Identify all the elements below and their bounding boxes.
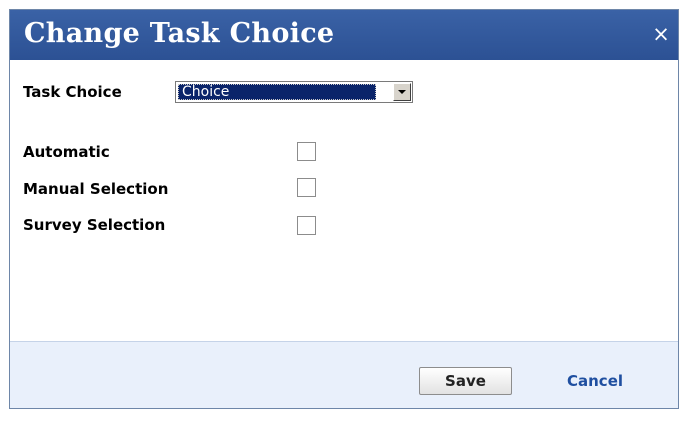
task-choice-label: Task Choice — [23, 83, 122, 101]
manual-selection-checkbox[interactable] — [297, 178, 316, 197]
dialog-titlebar: Change Task Choice × — [10, 10, 678, 60]
task-choice-select[interactable]: Choice — [175, 81, 413, 103]
manual-selection-label: Manual Selection — [23, 180, 169, 198]
survey-selection-label: Survey Selection — [23, 216, 166, 234]
chevron-down-icon[interactable] — [393, 83, 411, 101]
dialog-title: Change Task Choice — [24, 18, 335, 49]
change-task-choice-dialog: Change Task Choice × Task Choice Choice … — [9, 9, 679, 409]
survey-selection-checkbox[interactable] — [297, 216, 316, 235]
dialog-footer: Save Cancel — [10, 341, 678, 408]
cancel-link[interactable]: Cancel — [567, 372, 623, 390]
task-choice-selected-value: Choice — [178, 84, 376, 100]
automatic-label: Automatic — [23, 143, 110, 161]
automatic-checkbox[interactable] — [297, 142, 316, 161]
close-icon[interactable]: × — [648, 21, 674, 47]
save-button[interactable]: Save — [419, 367, 512, 395]
